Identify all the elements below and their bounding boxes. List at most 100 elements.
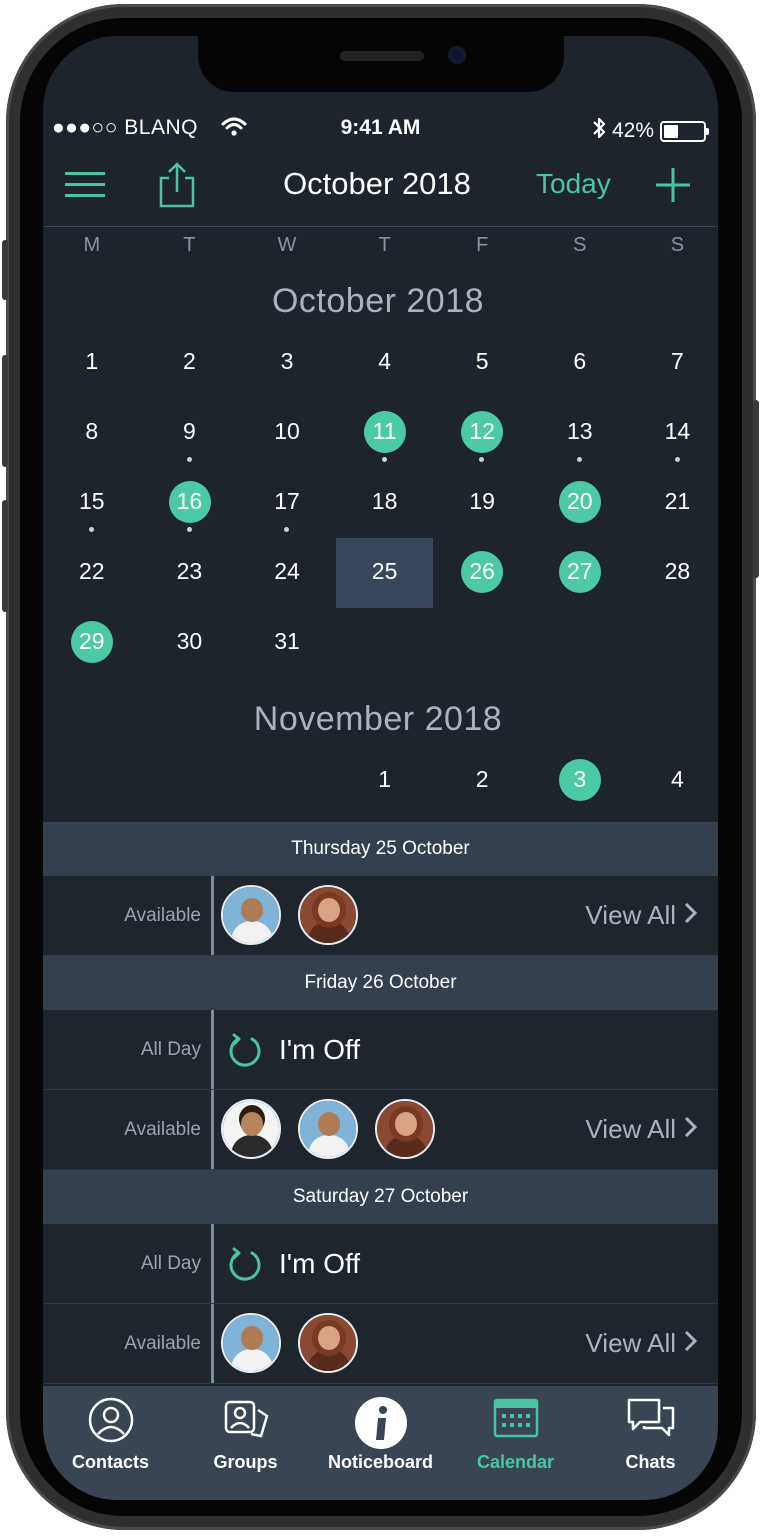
month-calendar[interactable]: October 2018 1 2 3 4 5 6 7 8 9 10 11 12 13 14 15 16 17 18 1… [43,272,718,822]
avatar[interactable] [298,885,358,945]
calendar-day[interactable]: 3 [531,746,629,816]
calendar-day[interactable]: 18 [336,468,434,538]
day-number: 2 [182,348,196,374]
row-label: Available [124,1333,201,1354]
tab-noticeboard[interactable]: Noticeboard [313,1386,448,1500]
day-number: 30 [176,628,203,654]
calendar-day[interactable]: 27 [531,538,629,608]
calendar-day[interactable]: 14 [629,398,718,468]
available-row[interactable]: Available View All [43,876,718,956]
avatar-head [241,1326,263,1350]
calendar-day[interactable]: 23 [141,538,239,608]
avatar[interactable] [298,1313,358,1373]
avatar[interactable] [221,885,281,945]
avatar-head [318,1326,340,1350]
day-number: 18 [371,488,398,514]
calendar-day[interactable]: 12 [433,398,531,468]
calendar-day[interactable]: 31 [238,608,336,678]
calendar-day[interactable]: 4 [336,328,434,398]
available-row[interactable]: Available View All [43,1304,718,1384]
day-number: 17 [274,488,300,514]
chevron-right-icon [684,1091,698,1170]
day-number: 14 [664,418,691,444]
all-day-row[interactable]: All Day I'm Off [43,1010,718,1090]
weekday-header: MTWTFSS [43,234,718,268]
avatar[interactable] [221,1313,281,1373]
agenda-day-header: Saturday 27 October [43,1170,718,1224]
calendar-day[interactable]: 6 [531,328,629,398]
tab-contacts[interactable]: Contacts [43,1386,178,1500]
calendar-day[interactable]: 29 [43,608,141,678]
row-divider [211,876,214,955]
nav-bar: October 2018 Today [43,148,718,227]
day-number: 4 [670,766,684,792]
view-all-label: View All [585,1328,676,1358]
plus-icon[interactable] [654,166,692,209]
day-number: 9 [182,418,196,444]
event-dot [89,527,94,532]
calendar-day[interactable]: 22 [43,538,141,608]
avatar[interactable] [221,1099,281,1159]
avatar-group [221,1313,358,1373]
refresh-icon [226,1246,264,1289]
avatar[interactable] [375,1099,435,1159]
calendar-day[interactable]: 20 [531,468,629,538]
avatar[interactable] [298,1099,358,1159]
day-number: 1 [85,348,99,374]
calendar-day[interactable]: 9 [141,398,239,468]
calendar-day[interactable]: 17 [238,468,336,538]
day-number: 5 [475,348,489,374]
tab-chats[interactable]: Chats [583,1386,718,1500]
calendar-day[interactable]: 25 [335,538,434,608]
day-number: 29 [79,628,105,654]
calendar-day[interactable]: 2 [141,328,239,398]
agenda-day-header: Thursday 25 October [43,822,718,876]
status-text: I'm Off [279,1248,361,1279]
calendar-day[interactable]: 28 [629,538,718,608]
battery-fill [664,124,679,138]
tab-label: Contacts [71,1452,149,1472]
calendar-day[interactable]: 19 [433,468,531,538]
month-title: October 2018 [271,282,485,320]
row-divider [211,1090,214,1169]
avatar-head [318,898,340,922]
calendar-day[interactable]: 2 [433,746,531,816]
calendar-day[interactable]: 1 [336,746,434,816]
view-all-button[interactable]: View All [585,1090,698,1170]
status-bar: ●●●○○ BLANQ 9:41 AM 42% [43,114,718,144]
calendar-day[interactable]: 16 [141,468,239,538]
calendar-day[interactable]: 26 [433,538,531,608]
calendar-day[interactable]: 10 [238,398,336,468]
calendar-day[interactable]: 15 [43,468,141,538]
weekday-label: S [573,234,587,256]
weekday-label: T [378,234,391,256]
tab-calendar[interactable]: Calendar [448,1386,583,1500]
calendar-day[interactable]: 13 [531,398,629,468]
calendar-day[interactable]: 21 [629,468,718,538]
notch [198,36,564,92]
view-all-button[interactable]: View All [585,876,698,956]
row-label: All Day [140,1253,201,1274]
day-number: 6 [573,348,587,374]
all-day-row[interactable]: All Day I'm Off [43,1224,718,1304]
tab-groups[interactable]: Groups [178,1386,313,1500]
day-number: 3 [280,348,294,374]
agenda-day-header: Friday 26 October [43,956,718,1010]
day-number: 4 [378,348,391,374]
calendar-day[interactable]: 4 [629,746,718,816]
today-button[interactable]: Today [536,168,611,200]
calendar-day[interactable]: 1 [43,328,141,398]
calendar-day[interactable]: 3 [238,328,336,398]
view-all-button[interactable]: View All [585,1304,698,1384]
calendar-day[interactable]: 24 [238,538,336,608]
calendar-day[interactable]: 7 [629,328,718,398]
tab-label: Chats [625,1452,676,1472]
calendar-day[interactable]: 30 [141,608,239,678]
available-row[interactable]: Available View All [43,1090,718,1170]
row-divider [211,1304,214,1383]
calendar-day[interactable]: 11 [336,398,434,468]
calendar-day[interactable]: 8 [43,398,141,468]
row-label: Available [124,905,201,926]
event-dot [479,457,485,462]
calendar-day[interactable]: 5 [433,328,531,398]
